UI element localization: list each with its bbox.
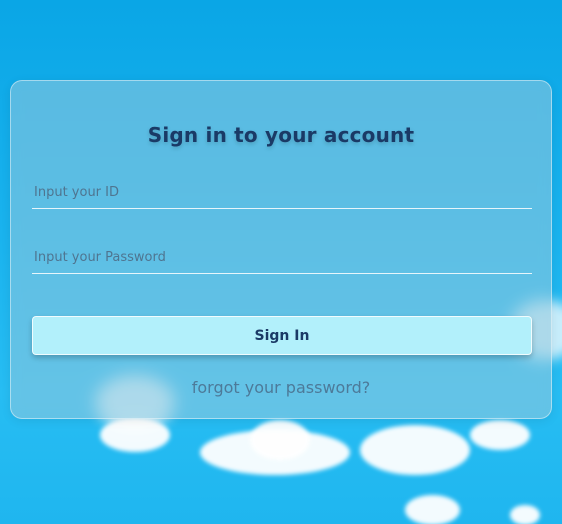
- sign-in-button[interactable]: Sign In: [32, 316, 532, 355]
- forgot-password-link[interactable]: forgot your password?: [11, 378, 551, 397]
- login-page: Sign in to your account Sign In forgot y…: [0, 0, 562, 524]
- id-input[interactable]: [32, 177, 532, 209]
- page-title: Sign in to your account: [147, 123, 415, 147]
- password-input[interactable]: [32, 242, 532, 274]
- login-card: Sign in to your account Sign In forgot y…: [10, 80, 552, 419]
